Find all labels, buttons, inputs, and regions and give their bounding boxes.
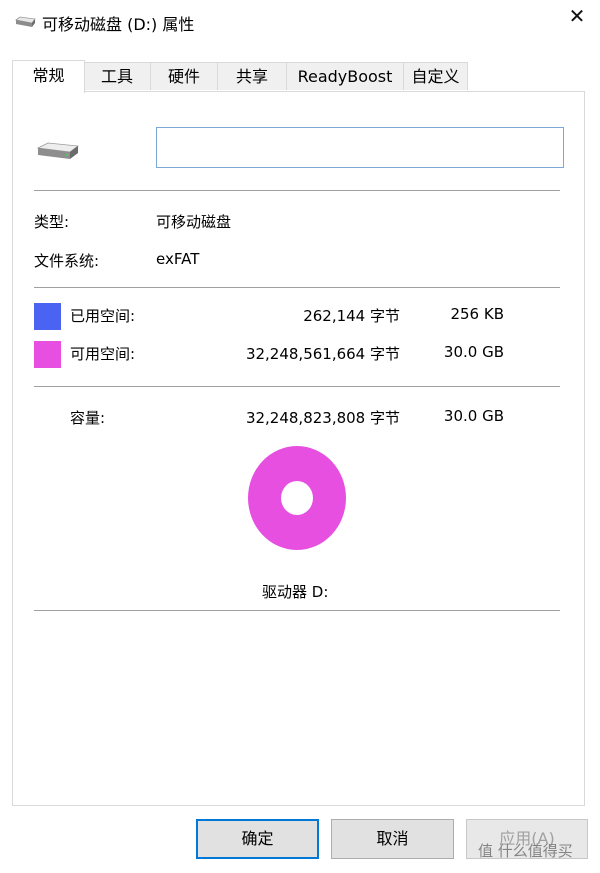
separator xyxy=(34,610,560,611)
capacity-label: 容量: xyxy=(70,409,106,427)
volume-name-input[interactable] xyxy=(156,127,564,168)
donut-hole xyxy=(281,481,313,515)
tab-general[interactable]: 常规 xyxy=(12,60,85,93)
free-space-size: 30.0 GB xyxy=(443,343,504,361)
type-value: 可移动磁盘 xyxy=(156,213,232,231)
free-space-label: 可用空间: xyxy=(70,345,136,363)
separator xyxy=(34,190,560,191)
title-bar: 可移动磁盘 (D:) 属性 ✕ xyxy=(0,0,600,46)
filesystem-value: exFAT xyxy=(156,250,200,268)
removable-drive-icon xyxy=(15,16,36,27)
tab-tools[interactable]: 工具 xyxy=(83,62,151,90)
free-space-swatch xyxy=(34,341,61,368)
type-label: 类型: xyxy=(34,213,70,231)
capacity-bytes: 32,248,823,808 字节 xyxy=(245,409,400,427)
separator xyxy=(34,386,560,387)
removable-drive-large-icon xyxy=(36,142,80,159)
ok-button[interactable]: 确定 xyxy=(196,819,319,859)
window-title: 可移动磁盘 (D:) 属性 xyxy=(42,15,195,34)
used-space-bytes: 262,144 字节 xyxy=(303,307,400,325)
capacity-size: 30.0 GB xyxy=(443,407,504,425)
used-space-label: 已用空间: xyxy=(70,307,136,325)
tab-readyboost[interactable]: ReadyBoost xyxy=(286,62,404,90)
usage-donut-chart xyxy=(248,446,346,550)
used-space-size: 256 KB xyxy=(450,305,504,323)
separator xyxy=(34,287,560,288)
free-space-bytes: 32,248,561,664 字节 xyxy=(245,345,400,363)
filesystem-label: 文件系统: xyxy=(34,252,100,270)
close-button[interactable]: ✕ xyxy=(558,0,596,32)
tab-sharing[interactable]: 共享 xyxy=(217,62,287,90)
tab-customize[interactable]: 自定义 xyxy=(403,62,468,90)
tab-hardware[interactable]: 硬件 xyxy=(150,62,218,90)
cancel-button[interactable]: 取消 xyxy=(331,819,454,859)
drive-label: 驱动器 D: xyxy=(262,583,329,601)
watermark: 值 什么值得买 xyxy=(478,842,573,860)
used-space-swatch xyxy=(34,303,61,330)
